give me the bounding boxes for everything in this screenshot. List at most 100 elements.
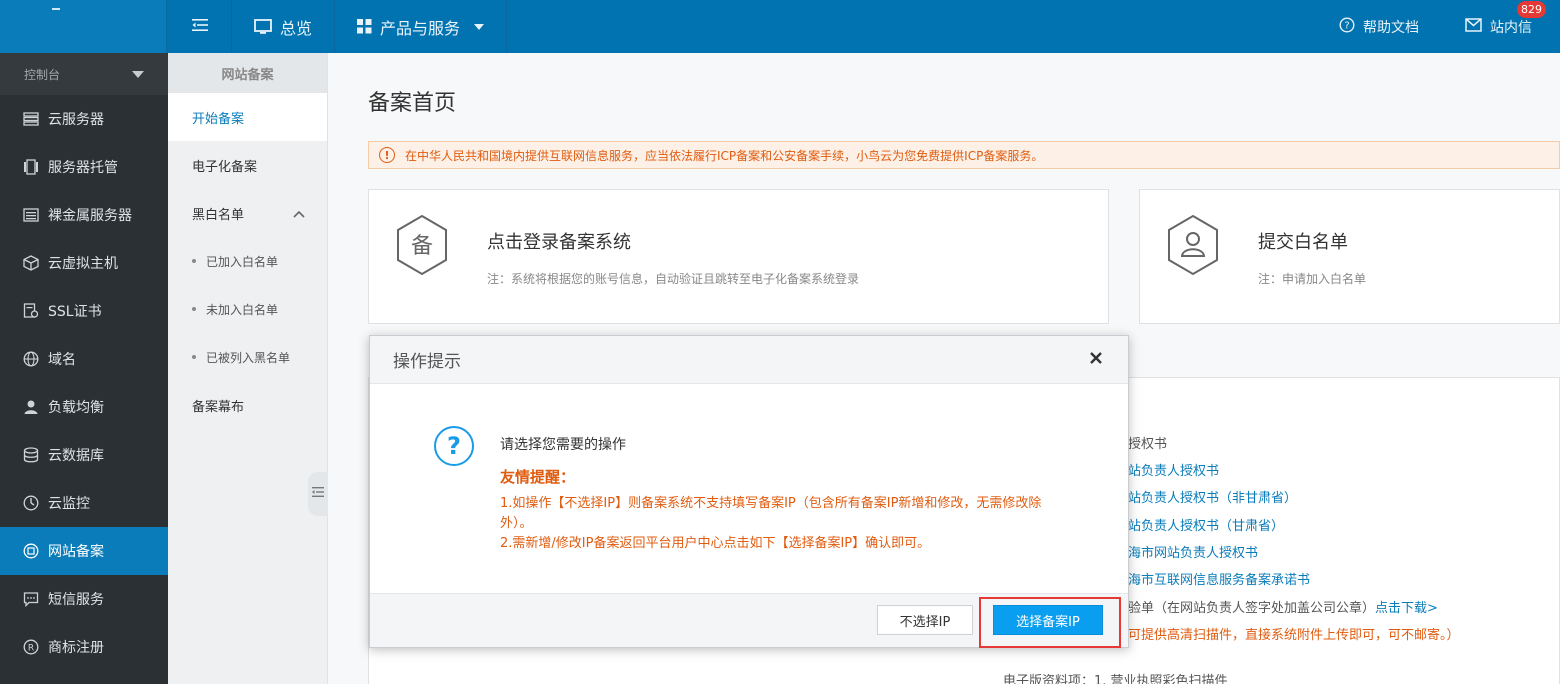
nav-overview-label: 总览: [280, 18, 313, 38]
user-hex-icon: [1166, 214, 1220, 280]
subnav-item-not-added-white[interactable]: 未加入白名单: [168, 285, 327, 333]
dialog-prompt: 请选择您需要的操作: [500, 437, 626, 453]
sidebar-item-ssl[interactable]: SSL证书: [0, 287, 168, 335]
menu-collapse-icon: [191, 17, 208, 36]
database-icon: [22, 446, 40, 464]
doc-line-text: 验单: [1128, 601, 1155, 616]
tip-line-1: 1.如操作【不选择IP】则备案系统不支持填写备案IP（包含所有备案IP新增和修改…: [500, 496, 1042, 531]
tip-title: 友情提醒：: [500, 468, 576, 486]
nav-products[interactable]: 产品与服务: [335, 0, 508, 53]
operation-prompt-dialog: 操作提示 ? 请选择您需要的操作 友情提醒： 1.如操作【不选择IP】则备案系统…: [369, 335, 1129, 648]
card-note: 注：系统将根据您的账号信息，自动验证且跳转至电子化备案系统登录: [487, 272, 860, 286]
logo: [52, 8, 60, 10]
download-link[interactable]: 点击下载>: [1375, 601, 1438, 616]
sidebar-item-label: 网站备案: [48, 544, 104, 560]
card-note: 注：申请加入白名单: [1258, 272, 1367, 286]
sidebar-item-load-balance[interactable]: 负载均衡: [0, 383, 168, 431]
nav-overview[interactable]: 总览: [232, 0, 336, 53]
sidebar-item-bare-metal[interactable]: 裸金属服务器: [0, 191, 168, 239]
close-icon: [1089, 350, 1103, 370]
monitor-icon: [22, 494, 40, 512]
sidebar-item-website-record[interactable]: 网站备案: [0, 527, 168, 575]
card-login-record-system[interactable]: 备 点击登录备案系统 注：系统将根据您的账号信息，自动验证且跳转至电子化备案系统…: [368, 189, 1109, 324]
certificate-icon: [22, 302, 40, 320]
subnav-item-added-white[interactable]: 已加入白名单: [168, 237, 327, 285]
tip-line-2: 2.需新增/修改IP备案返回平台用户中心点击如下【选择备案IP】确认即可。: [500, 536, 931, 551]
warning-icon: !: [379, 147, 395, 163]
inbox-link[interactable]: 站内信 829: [1465, 0, 1546, 37]
svg-text:R: R: [28, 644, 34, 654]
select-record-ip-button[interactable]: 选择备案IP: [993, 605, 1103, 635]
subnav-item-start[interactable]: 开始备案: [168, 93, 327, 141]
subnav-item-label: 已被列入黑名单: [206, 350, 291, 365]
dialog-title: 操作提示: [393, 352, 461, 372]
card-title: 提交白名单: [1258, 232, 1348, 253]
record-hex-char: 备: [411, 234, 433, 259]
subnav-item-blackwhite[interactable]: 黑白名单: [168, 189, 327, 237]
doc-link[interactable]: 海市网站负责人授权书: [1128, 542, 1258, 561]
sidebar-item-sms[interactable]: 短信服务: [0, 575, 168, 623]
main-sidebar: 控制台 云服务器 服务器托管 裸金属服务器 云虚拟主机 SSL证书 域名 负载均…: [0, 53, 168, 684]
sidebar-item-label: 服务器托管: [48, 160, 118, 176]
server-icon: [22, 110, 40, 128]
sidebar-item-cloud-server[interactable]: 云服务器: [0, 95, 168, 143]
doc-link[interactable]: 站负责人授权书（甘肃省）: [1128, 515, 1284, 534]
hosting-icon: [22, 158, 40, 176]
sidebar-item-monitor[interactable]: 云监控: [0, 479, 168, 527]
cube-icon: [22, 254, 40, 272]
notice-banner: ! 在中华人民共和国境内提供互联网信息服务，应当依法履行ICP备案和公安备案手续…: [368, 141, 1560, 169]
svg-text:?: ?: [1344, 20, 1349, 31]
sidebar-item-label: 云服务器: [48, 112, 104, 128]
subnav-collapse-handle[interactable]: [308, 472, 328, 516]
help-docs-link[interactable]: ? 帮助文档: [1339, 16, 1419, 37]
question-icon: ?: [434, 426, 474, 466]
sidebar-item-label: 云虚拟主机: [48, 256, 118, 272]
chevron-up-icon: [293, 207, 305, 222]
sidebar-item-label: 负载均衡: [48, 400, 104, 416]
sidebar-item-domain[interactable]: 域名: [0, 335, 168, 383]
close-button[interactable]: [1086, 350, 1106, 370]
doc-line: 电子版资料项：1. 营业执照彩色扫描件: [1003, 674, 1228, 684]
logo-area[interactable]: [0, 0, 167, 53]
bullet-dot: [192, 355, 196, 359]
subnav-item-label: 未加入白名单: [206, 302, 279, 317]
menu-toggle-button[interactable]: [168, 0, 232, 53]
page-title: 备案首页: [368, 91, 457, 116]
sms-icon: [22, 590, 40, 608]
doc-link[interactable]: 站负责人授权书（非甘肃省）: [1128, 487, 1297, 506]
card-submit-whitelist[interactable]: 提交白名单 注：申请加入白名单: [1139, 189, 1560, 324]
subnav-item-blacklisted[interactable]: 已被列入黑名单: [168, 333, 327, 381]
top-right-menu: ? 帮助文档 站内信 829: [1339, 0, 1546, 53]
card-title: 点击登录备案系统: [487, 232, 631, 253]
sidebar-item-virtual-host[interactable]: 云虚拟主机: [0, 239, 168, 287]
subnav-item-electronic[interactable]: 电子化备案: [168, 141, 327, 189]
sidebar-item-label: SSL证书: [48, 304, 102, 320]
trademark-icon: R: [22, 638, 40, 656]
help-docs-label: 帮助文档: [1363, 19, 1419, 36]
subnav-item-curtain[interactable]: 备案幕布: [168, 381, 327, 429]
console-label: 控制台: [24, 67, 61, 82]
subnav-item-label: 已加入白名单: [206, 254, 279, 269]
nav-products-label: 产品与服务: [380, 18, 461, 38]
doc-warning: 可提供高清扫描件，直接系统附件上传即可，可不邮寄。）: [1128, 628, 1460, 643]
bullet-dot: [192, 307, 196, 311]
help-circle-icon: ?: [1339, 16, 1355, 37]
sidebar-item-label: 云数据库: [48, 448, 104, 464]
doc-link[interactable]: 海市互联网信息服务备案承诺书: [1128, 569, 1310, 588]
subnav-item-label: 黑白名单: [192, 207, 245, 223]
top-menu: 总览 产品与服务: [168, 0, 508, 53]
doc-link[interactable]: 站负责人授权书: [1128, 460, 1219, 479]
no-ip-button[interactable]: 不选择IP: [877, 605, 973, 635]
sidebar-item-label: 裸金属服务器: [48, 208, 132, 224]
doc-line-note: （在网站负责人签字处加盖公司公章）: [1154, 601, 1376, 616]
sidebar-item-hosting[interactable]: 服务器托管: [0, 143, 168, 191]
tip-text: 1.如操作【不选择IP】则备案系统不支持填写备案IP（包含所有备案IP新增和修改…: [500, 494, 1060, 554]
grid-icon: [357, 19, 372, 34]
doc-line: 验单（在网站负责人签字处加盖公司公章）点击下载>: [1128, 597, 1438, 616]
record-icon: [22, 542, 40, 560]
sidebar-item-database[interactable]: 云数据库: [0, 431, 168, 479]
balance-icon: [22, 398, 40, 416]
top-navbar: 总览 产品与服务 ? 帮助文档 站内信 829: [0, 0, 1560, 53]
console-dropdown[interactable]: 控制台: [0, 53, 168, 95]
sidebar-item-trademark[interactable]: R 商标注册: [0, 623, 168, 671]
